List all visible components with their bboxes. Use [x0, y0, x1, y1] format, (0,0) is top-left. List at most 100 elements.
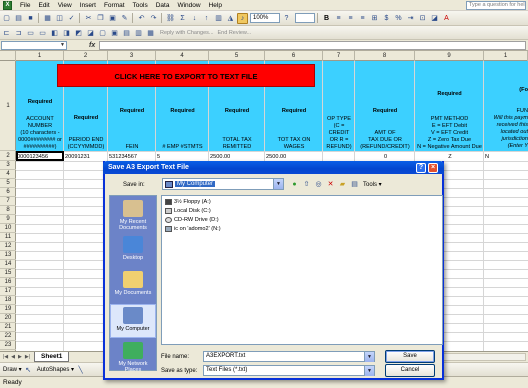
back-icon[interactable]: ●	[289, 179, 300, 190]
font-color-icon[interactable]: A	[441, 13, 452, 24]
row-header[interactable]: 17	[0, 287, 16, 296]
cell-fund-received[interactable]: N	[484, 153, 528, 161]
row-header[interactable]: 9	[0, 215, 16, 224]
review-icon-8[interactable]: ◪	[85, 27, 96, 38]
save-as-type-select[interactable]: Text Files (*.txt) ▼	[203, 365, 375, 376]
list-item[interactable]: CD-RW Drive (D:)	[165, 216, 219, 224]
open-icon[interactable]: ▤	[13, 13, 24, 24]
draw-menu-button[interactable]: Draw ▾	[3, 366, 22, 373]
cell-op-type[interactable]	[323, 153, 355, 161]
menu-file[interactable]: File	[16, 2, 34, 9]
row-header[interactable]: 13	[0, 251, 16, 260]
export-to-text-file-button[interactable]: CLICK HERE TO EXPORT TO TEXT FILE	[57, 64, 315, 87]
print-preview-icon[interactable]: ◫	[54, 13, 65, 24]
copy-icon[interactable]: ❐	[95, 13, 106, 24]
fill-color-icon[interactable]: ◪	[429, 13, 440, 24]
prev-sheet-icon[interactable]: ◀	[11, 354, 15, 360]
save-button[interactable]: Save	[385, 350, 435, 363]
cell-fein[interactable]: 531234567	[108, 153, 156, 161]
review-icon-13[interactable]: ▦	[145, 27, 156, 38]
row-header[interactable]: 15	[0, 269, 16, 278]
menu-data[interactable]: Data	[152, 2, 174, 9]
review-icon-4[interactable]: ▭	[37, 27, 48, 38]
name-box[interactable]	[1, 40, 67, 50]
tools-menu-button[interactable]: Tools ▾	[363, 181, 382, 188]
search-web-icon[interactable]: ◎	[313, 179, 324, 190]
cut-icon[interactable]: ✂	[83, 13, 94, 24]
cell-emp-stmts[interactable]: 5	[156, 153, 209, 161]
sort-desc-icon[interactable]: ↑	[201, 13, 212, 24]
format-painter-icon[interactable]: ✎	[119, 13, 130, 24]
row-header[interactable]: 10	[0, 224, 16, 233]
review-icon-12[interactable]: ▥	[133, 27, 144, 38]
row-header[interactable]: 19	[0, 305, 16, 314]
place-my-network-places[interactable]: My Network Places	[110, 342, 156, 373]
row-header[interactable]: 18	[0, 296, 16, 305]
dialog-close-icon[interactable]: ×	[428, 163, 438, 173]
column-header[interactable]: 3	[108, 51, 156, 61]
paste-icon[interactable]: ▣	[107, 13, 118, 24]
row-header[interactable]: 21	[0, 323, 16, 332]
select-objects-icon[interactable]: ↖	[23, 364, 34, 375]
hyperlink-icon[interactable]: ⛓	[165, 13, 176, 24]
review-icon-10[interactable]: ▣	[109, 27, 120, 38]
drawing-icon[interactable]: ◮	[225, 13, 236, 24]
place-my-documents[interactable]: My Documents	[110, 271, 156, 296]
row-header[interactable]: 1	[0, 61, 16, 151]
reply-with-changes-button[interactable]: Reply with Changes...	[160, 30, 214, 36]
align-right-icon[interactable]: ≡	[357, 13, 368, 24]
place-desktop[interactable]: Desktop	[110, 236, 156, 261]
autoshapes-menu-button[interactable]: AutoShapes ▾	[37, 366, 74, 373]
column-header[interactable]: 1	[16, 51, 64, 61]
file-list[interactable]: 3½ Floppy (A:) Local Disk (C:) CD-RW Dri…	[161, 195, 443, 345]
delete-icon[interactable]: ✕	[325, 179, 336, 190]
cell-total-tax-remitted[interactable]: 2500.00	[209, 153, 265, 161]
help-question-box[interactable]: Type a question for help	[466, 0, 526, 10]
cell-pmt-method[interactable]: Z	[415, 153, 484, 161]
speaker-icon[interactable]: ♪	[237, 12, 248, 24]
views-icon[interactable]: ▤	[349, 179, 360, 190]
row-header[interactable]: 12	[0, 242, 16, 251]
cell-tot-tax-on-wages[interactable]: 2500.00	[265, 153, 323, 161]
align-center-icon[interactable]: ≡	[345, 13, 356, 24]
cell-period-end[interactable]: 20091231	[64, 153, 108, 161]
menu-edit[interactable]: Edit	[34, 2, 53, 9]
menu-window[interactable]: Window	[173, 2, 204, 9]
row-header[interactable]: 3	[0, 161, 16, 170]
column-header[interactable]: 5	[209, 51, 265, 61]
save-icon[interactable]: ■	[25, 13, 36, 24]
review-icon-9[interactable]: ▢	[97, 27, 108, 38]
last-sheet-icon[interactable]: ▶|	[25, 354, 30, 360]
new-folder-icon[interactable]: ▰	[337, 179, 348, 190]
font-size-select[interactable]	[295, 13, 315, 23]
first-sheet-icon[interactable]: |◀	[3, 354, 8, 360]
menu-format[interactable]: Format	[100, 2, 129, 9]
row-header[interactable]: 11	[0, 233, 16, 242]
select-all-corner[interactable]	[0, 51, 16, 61]
menu-insert[interactable]: Insert	[76, 2, 100, 9]
help-icon[interactable]: ?	[281, 13, 292, 24]
chevron-down-icon[interactable]: ▼	[364, 352, 374, 362]
column-header[interactable]: 8	[355, 51, 415, 61]
up-folder-icon[interactable]: ⇧	[301, 179, 312, 190]
review-icon-7[interactable]: ◩	[73, 27, 84, 38]
zoom-select[interactable]: 100%	[250, 13, 280, 23]
file-name-field[interactable]: A3EXPORT.txt ▼	[203, 351, 375, 362]
align-left-icon[interactable]: ≡	[333, 13, 344, 24]
review-icon-6[interactable]: ◨	[61, 27, 72, 38]
redo-icon[interactable]: ↷	[148, 13, 159, 24]
bold-icon[interactable]: B	[321, 13, 332, 24]
column-header[interactable]: 9	[415, 51, 484, 61]
cell-amt-tax-due[interactable]: 0	[355, 153, 415, 161]
review-icon-2[interactable]: ⊐	[13, 27, 24, 38]
menu-tools[interactable]: Tools	[129, 2, 152, 9]
end-review-button[interactable]: End Review...	[218, 30, 252, 36]
menu-help[interactable]: Help	[205, 2, 226, 9]
currency-icon[interactable]: $	[381, 13, 392, 24]
row-header[interactable]: 4	[0, 170, 16, 179]
place-my-recent-documents[interactable]: My Recent Documents	[110, 200, 156, 231]
save-in-select[interactable]: My Computer ▼	[162, 178, 284, 190]
list-item[interactable]: ic on 'adomo2' (N:)	[165, 225, 221, 233]
spelling-icon[interactable]: ✓	[66, 13, 77, 24]
row-header[interactable]: 8	[0, 206, 16, 215]
